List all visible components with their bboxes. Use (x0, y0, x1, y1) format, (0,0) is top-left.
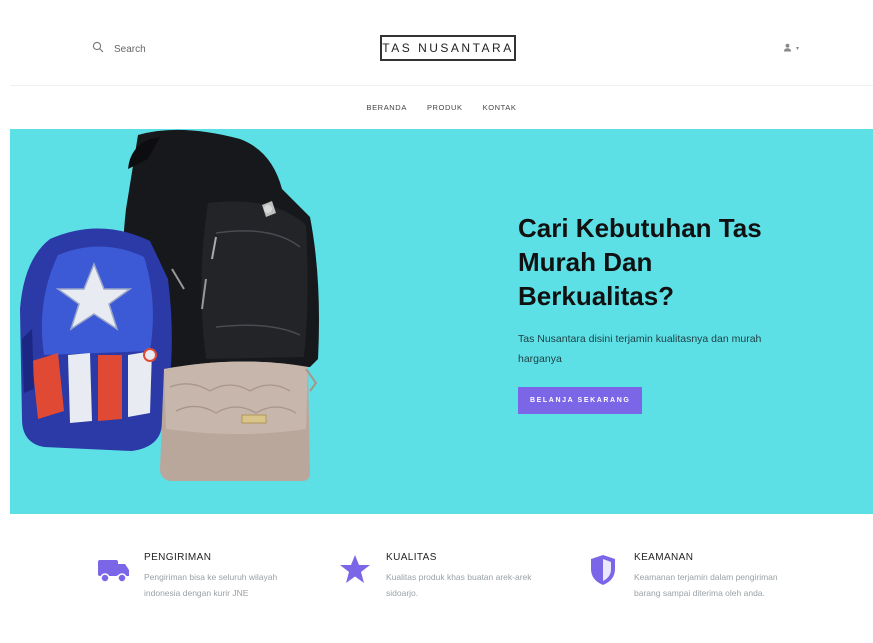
brand-logo[interactable]: TAS NUSANTARA (380, 35, 516, 61)
truck-icon (96, 552, 130, 586)
nav-item-beranda[interactable]: BERANDA (366, 103, 406, 112)
feature-title: KEAMANAN (634, 552, 694, 563)
feature-shipping-text: PENGIRIMAN Pengiriman bisa ke seluruh wi… (144, 552, 314, 601)
hero-banner: Cari Kebutuhan Tas Murah Dan Berkualitas… (10, 129, 873, 514)
feature-description: Kualitas produk khas buatan arek-arek si… (386, 572, 532, 598)
shop-now-button[interactable]: BELANJA SEKARANG (518, 387, 643, 414)
feature-title: KUALITAS (386, 552, 437, 563)
features-section: PENGIRIMAN Pengiriman bisa ke seluruh wi… (10, 514, 873, 643)
user-menu[interactable]: ▾ (783, 39, 799, 57)
feature-description: Pengiriman bisa ke seluruh wilayah indon… (144, 572, 278, 598)
hero-text: Cari Kebutuhan Tas Murah Dan Berkualitas… (518, 211, 818, 414)
feature-security: KEAMANAN Keamanan terjamin dalam pengiri… (586, 552, 804, 601)
beige-handbag (160, 361, 318, 481)
nav-item-kontak[interactable]: KONTAK (483, 103, 517, 112)
hero-title: Cari Kebutuhan Tas Murah Dan Berkualitas… (518, 211, 818, 313)
feature-shipping: PENGIRIMAN Pengiriman bisa ke seluruh wi… (96, 552, 314, 601)
star-icon (338, 552, 372, 586)
feature-security-text: KEAMANAN Keamanan terjamin dalam pengiri… (634, 552, 804, 601)
feature-description: Keamanan terjamin dalam pengiriman baran… (634, 572, 778, 598)
main-nav: BERANDA PRODUK KONTAK (10, 86, 873, 128)
nav-item-produk[interactable]: PRODUK (427, 103, 463, 112)
hero-title-line1: Cari Kebutuhan Tas (518, 213, 762, 243)
user-icon[interactable] (783, 39, 792, 57)
hero-title-line2: Murah Dan (518, 247, 653, 277)
hero-title-line3: Berkualitas? (518, 281, 675, 311)
chevron-down-icon[interactable]: ▾ (796, 45, 799, 52)
feature-quality-text: KUALITAS Kualitas produk khas buatan are… (386, 552, 556, 601)
search-box[interactable] (92, 40, 234, 58)
hero-subtitle: Tas Nusantara disini terjamin kualitasny… (518, 333, 762, 365)
blue-backpack (20, 228, 172, 451)
page: TAS NUSANTARA ▾ BERANDA PRODUK KONTAK (10, 0, 873, 643)
search-input[interactable] (114, 43, 234, 55)
feature-quality: KUALITAS Kualitas produk khas buatan are… (338, 552, 556, 601)
feature-title: PENGIRIMAN (144, 552, 212, 563)
shield-icon (586, 552, 620, 586)
hero-bags-image (20, 129, 319, 481)
search-icon[interactable] (92, 40, 104, 58)
site-header: TAS NUSANTARA ▾ (10, 8, 873, 86)
